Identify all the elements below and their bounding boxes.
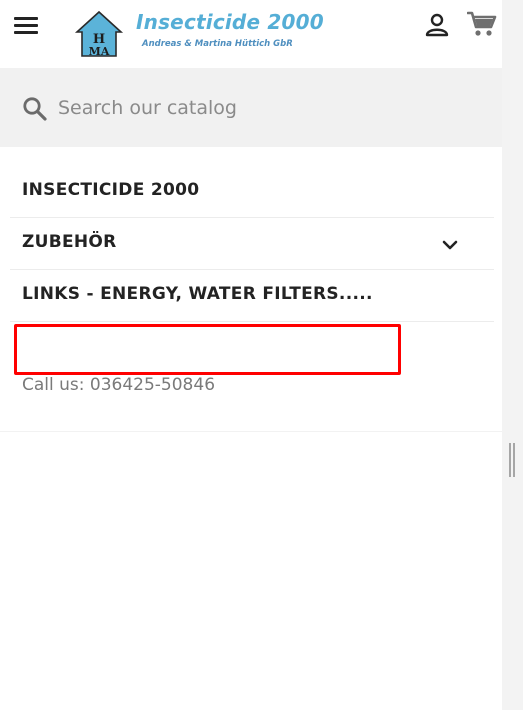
highlight-box	[14, 324, 401, 375]
menu-item-insecticide-2000[interactable]: INSECTICIDE 2000	[10, 166, 494, 218]
chevron-down-icon[interactable]	[439, 237, 461, 253]
menu-item-label: INSECTICIDE 2000	[22, 180, 200, 200]
grip-line	[513, 443, 515, 477]
call-us-text: Call us: 036425-50846	[22, 375, 216, 395]
search-input[interactable]	[58, 92, 478, 124]
brand-subtitle: Andreas & Martina Hüttich GbR	[142, 39, 293, 49]
user-account-icon[interactable]	[424, 12, 450, 38]
shopping-cart-icon[interactable]	[467, 10, 497, 38]
search-icon[interactable]	[22, 96, 48, 122]
menu-line	[14, 24, 38, 27]
mobile-menu: INSECTICIDE 2000 ZUBEHÖR LINKS - ENERGY,…	[10, 166, 494, 322]
svg-text:MA: MA	[89, 45, 110, 58]
brand-title: Insecticide 2000	[136, 10, 324, 34]
hamburger-menu-icon[interactable]	[12, 14, 40, 36]
menu-line	[14, 17, 38, 20]
menu-item-links[interactable]: LINKS - ENERGY, WATER FILTERS.....	[10, 270, 494, 322]
logo-house-icon: H MA	[74, 10, 124, 58]
scrollbar-track[interactable]	[502, 0, 523, 710]
site-header: H MA Insecticide 2000 Andreas & Martina …	[0, 0, 502, 68]
menu-item-zubehoer[interactable]: ZUBEHÖR	[10, 218, 494, 270]
scrollbar-handle[interactable]	[508, 443, 516, 477]
menu-line	[14, 31, 38, 34]
mobile-page: H MA Insecticide 2000 Andreas & Martina …	[0, 0, 502, 710]
menu-item-label: ZUBEHÖR	[22, 232, 117, 252]
divider	[0, 431, 502, 432]
search-bar	[0, 68, 502, 147]
site-logo[interactable]: H MA Insecticide 2000 Andreas & Martina …	[74, 8, 324, 58]
grip-line	[509, 443, 511, 477]
menu-item-label: LINKS - ENERGY, WATER FILTERS.....	[22, 284, 373, 304]
